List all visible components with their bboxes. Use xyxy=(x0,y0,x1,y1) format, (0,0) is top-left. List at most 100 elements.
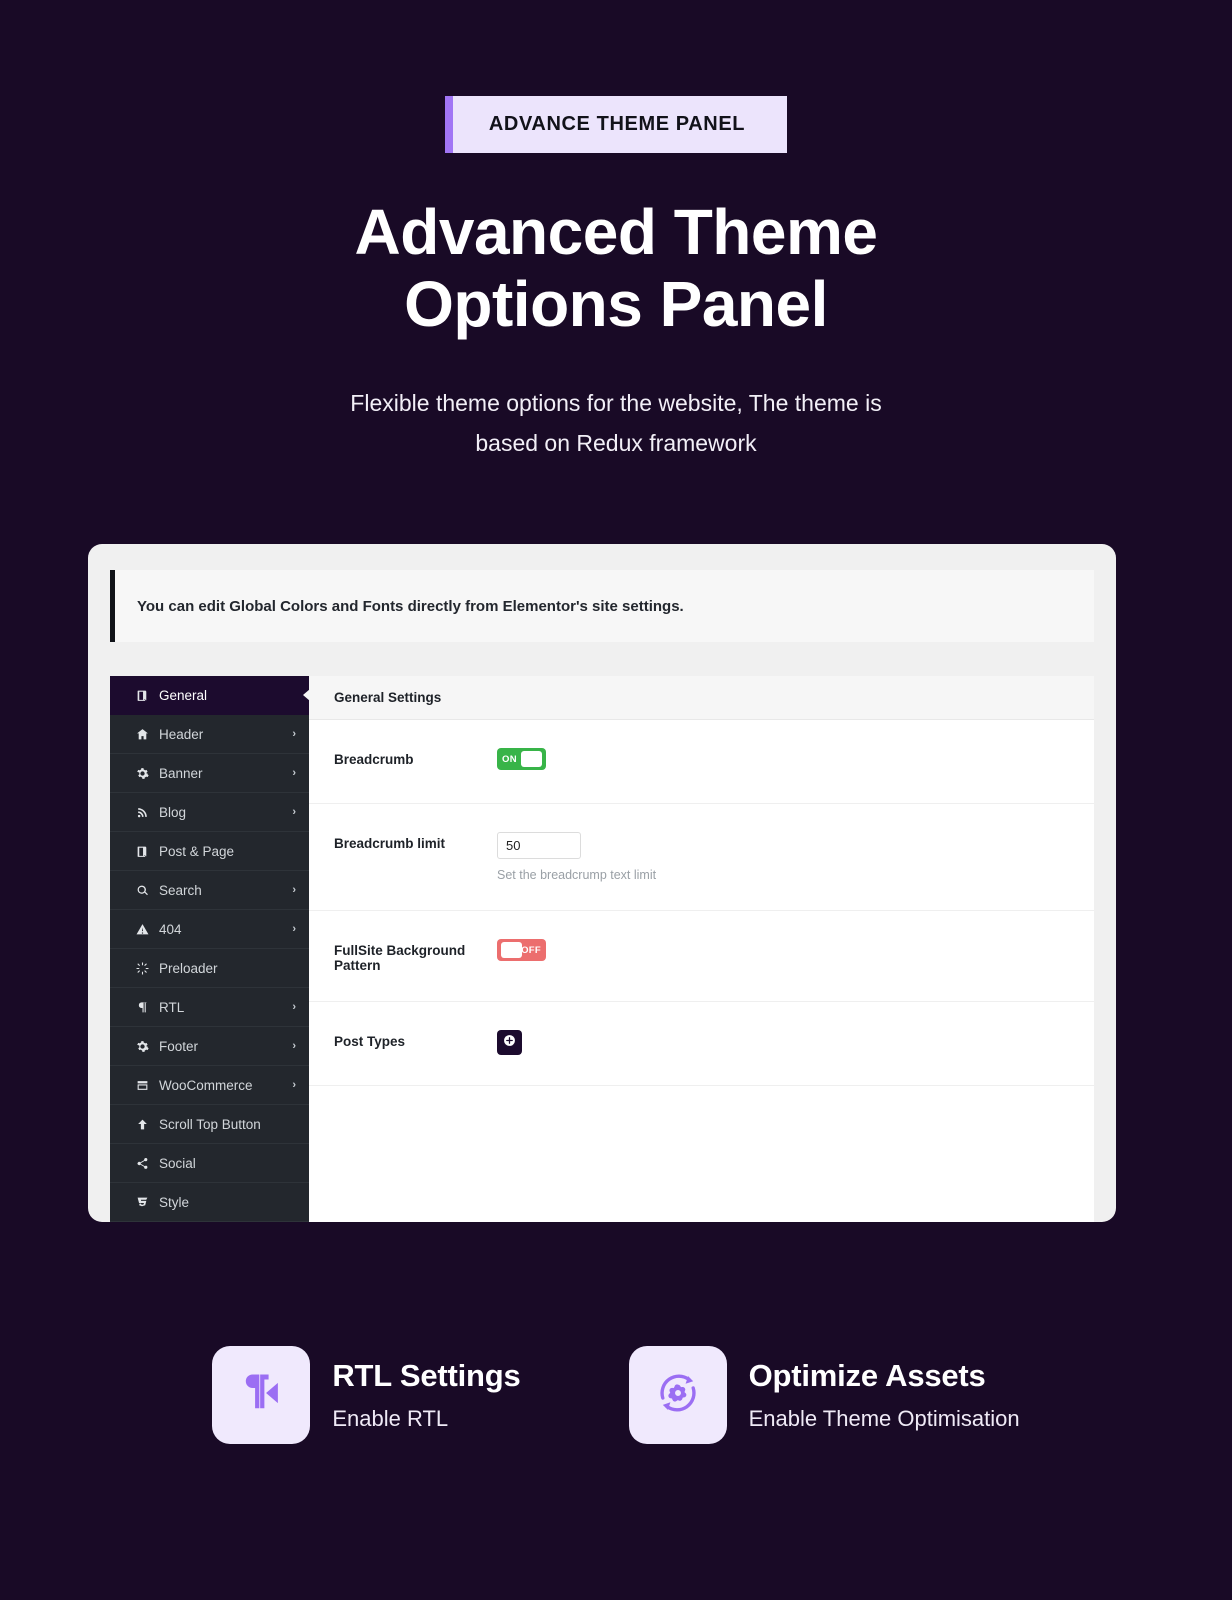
search-icon xyxy=(136,884,155,897)
feature-title: RTL Settings xyxy=(332,1358,521,1393)
sidebar-item-search[interactable]: Search › xyxy=(110,871,309,910)
css3-icon xyxy=(136,1196,155,1209)
theme-options-panel: You can edit Global Colors and Fonts dir… xyxy=(88,544,1116,1222)
sidebar-item-preloader[interactable]: Preloader xyxy=(110,949,309,988)
sidebar-item-label: WooCommerce xyxy=(159,1077,253,1093)
sidebar-item-scroll-top-button[interactable]: Scroll Top Button xyxy=(110,1105,309,1144)
feature-subtitle: Enable RTL xyxy=(332,1406,449,1431)
sidebar-item-label: Social xyxy=(159,1155,196,1171)
share-icon xyxy=(136,1157,155,1170)
toggle-off[interactable]: OFF xyxy=(497,939,546,961)
panel-content: General Settings Breadcrumb ON Breadcrumb … xyxy=(309,676,1094,1222)
hero-section: ADVANCE THEME PANEL Advanced Theme Optio… xyxy=(0,0,1232,463)
rss-icon xyxy=(136,806,155,819)
spinner-icon xyxy=(136,962,155,975)
feature-card: RTL Settings Enable RTL xyxy=(212,1346,521,1444)
chevron-right-icon: › xyxy=(292,806,296,818)
plus-circle-icon xyxy=(503,1034,516,1052)
sidebar-item-rtl[interactable]: RTL › xyxy=(110,988,309,1027)
settings-row: FullSite Background Pattern OFF xyxy=(309,911,1094,1002)
page-title-line2: Options Panel xyxy=(404,267,828,340)
sidebar-item-footer[interactable]: Footer › xyxy=(110,1027,309,1066)
sidebar-item-label: Footer xyxy=(159,1038,199,1054)
field-label: FullSite Background Pattern xyxy=(334,943,466,973)
notice-text: You can edit Global Colors and Fonts dir… xyxy=(137,597,684,615)
sidebar-item-label: Post & Page xyxy=(159,843,235,859)
sidebar-item-style[interactable]: Style xyxy=(110,1183,309,1222)
feature-icon-tile xyxy=(212,1346,311,1444)
sidebar-item-blog[interactable]: Blog › xyxy=(110,793,309,832)
rtl-paragraph-icon xyxy=(234,1366,288,1425)
notice-banner: You can edit Global Colors and Fonts dir… xyxy=(110,570,1094,642)
panel-body: General Header › Banner › Blog › Post & Page Sea… xyxy=(110,676,1094,1222)
arrow-up-icon xyxy=(136,1118,155,1131)
feature-title: Optimize Assets xyxy=(748,1358,986,1393)
sidebar-item-general[interactable]: General xyxy=(110,676,310,715)
feature-subtitle: Enable Theme Optimisation xyxy=(748,1406,1020,1431)
book-icon xyxy=(136,689,155,702)
chevron-right-icon: › xyxy=(292,1079,296,1091)
settings-row: Breadcrumb limit Set the breadcrump text … xyxy=(309,804,1094,911)
feature-card: Optimize Assets Enable Theme Optimisation xyxy=(628,1346,1020,1444)
feature-icon-tile xyxy=(628,1346,727,1444)
sidebar-item-social[interactable]: Social xyxy=(110,1144,309,1183)
sidebar-item-post-page[interactable]: Post & Page xyxy=(110,832,309,871)
field-control xyxy=(497,1030,1069,1055)
home-icon xyxy=(136,728,155,741)
sidebar-item-header[interactable]: Header › xyxy=(110,715,309,754)
field-hint: Set the breadcrump text limit xyxy=(497,868,657,882)
toggle-knob[interactable] xyxy=(521,751,542,767)
chevron-right-icon: › xyxy=(292,728,296,740)
hero-badge: ADVANCE THEME PANEL xyxy=(444,96,788,153)
content-header: General Settings xyxy=(309,676,1094,720)
page-title-line1: Advanced Theme xyxy=(354,196,878,268)
sidebar-item-label: RTL xyxy=(159,999,185,1015)
field-control: OFF xyxy=(497,939,1069,961)
sidebar-item-404[interactable]: 404 › xyxy=(110,910,309,949)
page-title: Advanced Theme Options Panel xyxy=(0,196,1232,340)
sidebar-item-label: Header xyxy=(159,726,204,742)
toggle-state-label: ON xyxy=(502,753,517,765)
breadcrumb-limit-input[interactable] xyxy=(497,832,581,859)
field-label: Breadcrumb xyxy=(334,752,414,767)
toggle-knob[interactable] xyxy=(501,942,522,958)
sidebar-item-label: 404 xyxy=(159,921,182,937)
sidebar-item-label: Scroll Top Button xyxy=(159,1116,261,1132)
settings-field-list: Breadcrumb ON Breadcrumb limit Set the brea… xyxy=(309,720,1094,1086)
sidebar-item-label: Banner xyxy=(159,765,203,781)
field-control: Set the breadcrump text limit xyxy=(497,832,1069,882)
chevron-right-icon: › xyxy=(292,1001,296,1013)
warning-icon xyxy=(136,923,155,936)
gear-icon xyxy=(136,767,155,780)
feature-list: RTL Settings Enable RTL Optimize Assets Ena… xyxy=(0,1346,1232,1444)
sidebar-item-label: Search xyxy=(159,882,202,898)
gear-icon xyxy=(136,1040,155,1053)
settings-row: Post Types xyxy=(309,1002,1094,1086)
content-header-title: General Settings xyxy=(334,690,442,705)
storefront-icon xyxy=(136,1079,155,1092)
gear-refresh-icon xyxy=(651,1366,705,1425)
sidebar-item-banner[interactable]: Banner › xyxy=(110,754,309,793)
settings-row: Breadcrumb ON xyxy=(309,720,1094,804)
field-control: ON xyxy=(497,748,1069,770)
chevron-right-icon: › xyxy=(292,767,296,779)
book-icon xyxy=(136,845,155,858)
sidebar-item-label: Blog xyxy=(159,804,187,820)
chevron-right-icon: › xyxy=(292,1040,296,1052)
add-post-type-button[interactable] xyxy=(497,1030,522,1055)
chevron-right-icon: › xyxy=(292,884,296,896)
sidebar-item-label: General xyxy=(159,687,208,703)
panel-sidebar: General Header › Banner › Blog › Post & Page Sea… xyxy=(110,676,310,1222)
sidebar-item-label: Preloader xyxy=(159,960,218,976)
hero-subtitle: Flexible theme options for the website, … xyxy=(350,390,882,456)
field-label: Post Types xyxy=(334,1034,406,1049)
field-label: Breadcrumb limit xyxy=(334,836,446,851)
pilcrow-icon xyxy=(136,1001,155,1014)
sidebar-item-label: Style xyxy=(159,1194,190,1210)
toggle-on[interactable]: ON xyxy=(497,748,546,770)
feature-text: RTL Settings Enable RTL xyxy=(332,1346,520,1432)
sidebar-item-woocommerce[interactable]: WooCommerce › xyxy=(110,1066,309,1105)
page-root: ADVANCE THEME PANEL Advanced Theme Optio… xyxy=(0,0,1232,1600)
chevron-right-icon: › xyxy=(292,923,296,935)
feature-text: Optimize Assets Enable Theme Optimisation xyxy=(749,1346,1020,1432)
